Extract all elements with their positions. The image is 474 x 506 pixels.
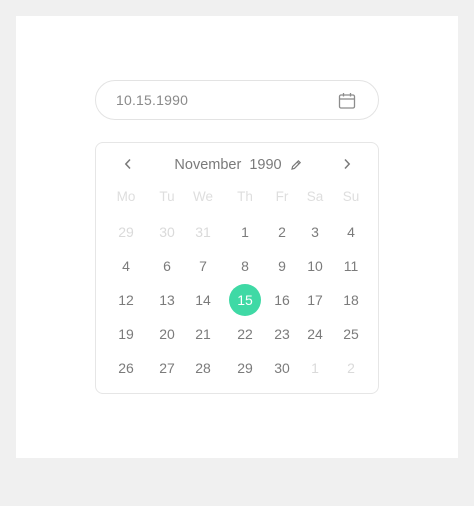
day-cell[interactable]: 6 [147, 258, 187, 274]
day-cell-outside-month[interactable]: 29 [106, 224, 146, 240]
day-cell[interactable]: 7 [183, 258, 223, 274]
weekday-label-tu: Tu [159, 189, 175, 204]
calendar-icon[interactable] [338, 92, 356, 110]
weekday-label-sa: Sa [306, 189, 324, 204]
selected-day[interactable]: 15 [229, 284, 261, 316]
weekday-label-we: We [192, 189, 213, 204]
day-cell[interactable]: 24 [295, 326, 335, 342]
day-cell[interactable]: 29 [225, 360, 265, 376]
day-cell[interactable]: 28 [183, 360, 223, 376]
day-cell[interactable]: 10 [295, 258, 335, 274]
day-cell[interactable]: 25 [331, 326, 371, 342]
day-cell[interactable]: 4 [331, 224, 371, 240]
day-cell[interactable]: 14 [183, 292, 223, 308]
pencil-icon[interactable] [290, 159, 302, 171]
day-cell[interactable]: 27 [147, 360, 187, 376]
day-cell[interactable]: 26 [106, 360, 146, 376]
date-input-value: 10.15.1990 [116, 92, 189, 108]
day-cell-outside-month[interactable]: 1 [295, 360, 335, 376]
day-cell[interactable]: 22 [225, 326, 265, 342]
day-cell[interactable]: 1 [225, 224, 265, 240]
day-cell-outside-month[interactable]: 2 [331, 360, 371, 376]
month-label[interactable]: November [174, 157, 241, 173]
weekday-label-th: Th [237, 189, 253, 204]
day-cell[interactable]: 4 [106, 258, 146, 274]
chevron-right-icon[interactable] [339, 156, 355, 172]
day-cell[interactable]: 8 [225, 258, 265, 274]
weekday-label-su: Su [342, 189, 360, 204]
day-cell[interactable]: 12 [106, 292, 146, 308]
day-cell[interactable]: 21 [183, 326, 223, 342]
day-cell-outside-month[interactable]: 30 [147, 224, 187, 240]
date-input[interactable]: 10.15.1990 [95, 80, 379, 120]
day-cell[interactable]: 13 [147, 292, 187, 308]
day-cell[interactable]: 11 [331, 258, 371, 274]
day-cell[interactable]: 20 [147, 326, 187, 342]
calendar-panel: November 1990 Mo Tu We Th Fr Sa Su 29 30 31 1 2 3 4 4 6… [95, 142, 379, 394]
day-cell[interactable]: 17 [295, 292, 335, 308]
month-year-header: November 1990 [96, 157, 380, 173]
year-label[interactable]: 1990 [249, 157, 281, 173]
weekday-label-mo: Mo [116, 189, 136, 204]
day-cell[interactable]: 18 [331, 292, 371, 308]
day-cell[interactable]: 3 [295, 224, 335, 240]
day-cell-outside-month[interactable]: 31 [183, 224, 223, 240]
day-cell[interactable]: 19 [106, 326, 146, 342]
